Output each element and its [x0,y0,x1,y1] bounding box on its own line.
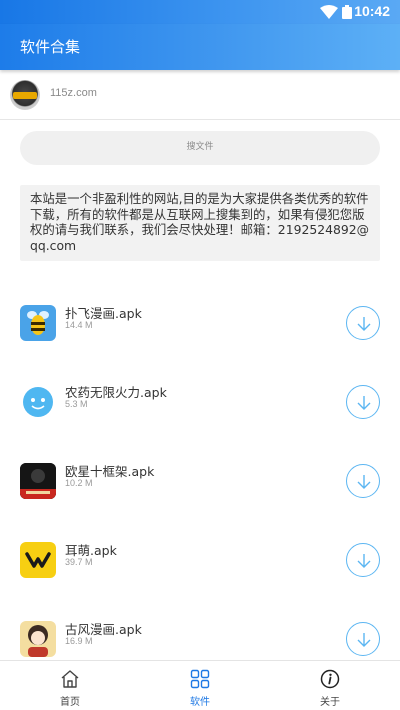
download-button[interactable] [346,543,380,577]
signal-icon [298,6,314,18]
download-button[interactable] [346,385,380,419]
status-time: 10:42 [354,3,390,19]
list-item[interactable]: 耳萌.apk 39.7 M [0,520,400,599]
app-size: 14.4 M [65,320,93,330]
download-arrow-icon [357,633,371,647]
battery-icon [342,5,352,19]
home-icon [61,670,79,688]
status-bar: 10:42 [0,0,400,24]
bottom-tab-bar: 首页 软件 关于 [0,660,400,710]
download-button[interactable] [346,622,380,656]
download-arrow-icon [357,475,371,489]
site-header[interactable]: 115z.com [0,72,400,120]
tab-label: 首页 [60,697,80,708]
tab-label: 软件 [190,697,210,708]
app-size: 5.3 M [65,399,88,409]
tab-home[interactable]: 首页 [3,661,137,710]
wifi-icon [320,5,338,19]
list-item[interactable]: 农药无限火力.apk 5.3 M [0,362,400,441]
info-icon [320,669,340,689]
download-arrow-icon [357,317,371,331]
m-logo-icon [20,542,56,578]
app-size: 10.2 M [65,478,93,488]
smiley-face-icon [20,384,56,420]
bee-icon [20,305,56,341]
grid-icon [190,669,210,689]
search-label: 搜文件 [186,142,214,152]
dark-game-icon [20,463,56,499]
tab-software[interactable]: 软件 [133,661,267,710]
download-arrow-icon [357,554,371,568]
app-list: 扑飞漫画.apk 14.4 M 农药无限火力.apk 5.3 M 欧星十框架.a… [0,283,400,678]
notice-text: 本站是一个非盈利性的网站,目的是为大家提供各类优秀的软件下载，所有的软件都是从互… [20,185,380,261]
page-title: 软件合集 [20,38,81,56]
download-arrow-icon [357,396,371,410]
download-button[interactable] [346,464,380,498]
girl-portrait-icon [20,621,56,657]
list-item[interactable]: 欧星十框架.apk 10.2 M [0,441,400,520]
search-box[interactable]: 搜文件 [20,131,380,165]
site-logo [10,80,40,110]
tab-label: 关于 [320,697,340,708]
site-name: 115z.com [50,87,97,99]
list-item[interactable]: 扑飞漫画.apk 14.4 M [0,283,400,362]
phone-screen: 10:42 软件合集 115z.com 搜文件 本站是一个非盈利性的网站,目的是… [0,0,400,710]
download-button[interactable] [346,306,380,340]
app-size: 16.9 M [65,636,93,646]
app-bar: 软件合集 [0,24,400,70]
app-size: 39.7 M [65,557,93,567]
tab-about[interactable]: 关于 [263,661,397,710]
